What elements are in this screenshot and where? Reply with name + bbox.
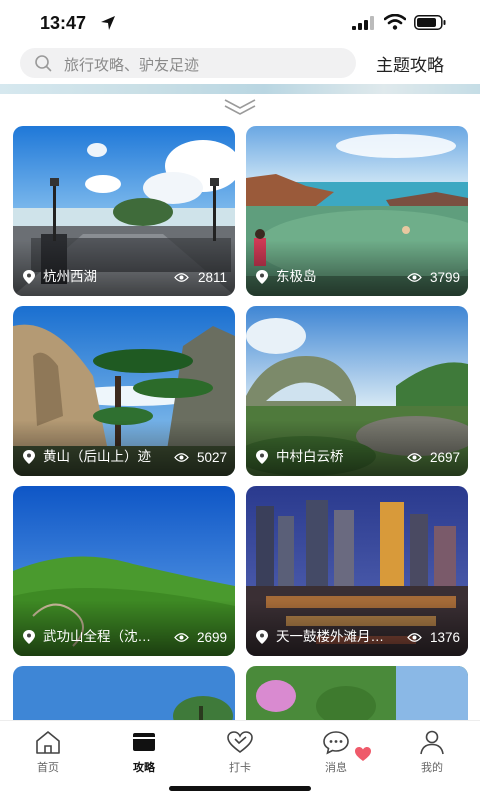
guide-card[interactable]: 东极岛 3799 <box>246 126 468 296</box>
location-arrow-icon <box>101 16 115 30</box>
card-title: 杭州西湖 <box>43 269 97 284</box>
tab-label: 我的 <box>421 762 443 774</box>
tab-profile[interactable]: 我的 <box>392 729 472 779</box>
search-header: 旅行攻略、驴友足迹 主题攻略 <box>0 46 480 84</box>
location-pin-icon <box>256 450 268 464</box>
collapse-handle[interactable] <box>0 94 480 122</box>
location-pin-icon <box>23 270 35 284</box>
eye-icon <box>407 453 422 462</box>
profile-icon <box>420 730 444 755</box>
card-view-count: 2697 <box>429 450 460 465</box>
guide-card[interactable]: 武功山全程（沈… 2699 <box>13 486 235 656</box>
search-input[interactable]: 旅行攻略、驴友足迹 <box>20 48 356 78</box>
eye-icon <box>174 633 189 642</box>
eye-icon <box>174 453 189 462</box>
location-pin-icon <box>23 630 35 644</box>
eye-icon <box>407 633 422 642</box>
tab-label: 打卡 <box>229 762 251 774</box>
card-title: 黄山（后山上）迹 <box>43 449 151 464</box>
guide-card[interactable]: 杭州西湖 2811 <box>13 126 235 296</box>
location-pin-icon <box>256 270 268 284</box>
sky-tree-photo <box>13 666 235 720</box>
tab-label: 攻略 <box>133 762 155 774</box>
card-view-count: 5027 <box>196 450 227 465</box>
tab-guides[interactable]: 攻略 <box>104 729 184 779</box>
search-placeholder: 旅行攻略、驴友足迹 <box>64 57 200 74</box>
wifi-icon <box>384 14 406 30</box>
card-view-count: 1376 <box>429 630 460 645</box>
card-title: 天一鼓楼外滩月… <box>276 629 384 644</box>
guide-card[interactable] <box>246 666 468 720</box>
status-bar: 13:47 <box>0 0 480 46</box>
battery-icon <box>414 15 446 30</box>
card-title: 中村白云桥 <box>276 449 344 464</box>
location-pin-icon <box>256 630 268 644</box>
guide-card[interactable] <box>13 666 235 720</box>
guide-card[interactable]: 中村白云桥 2697 <box>246 306 468 476</box>
card-title: 武功山全程（沈… <box>43 629 151 644</box>
flower-mountain-photo <box>246 666 468 720</box>
theme-guides-link[interactable]: 主题攻略 <box>376 51 444 76</box>
double-chevron-down-icon <box>224 99 256 115</box>
message-icon <box>323 731 349 755</box>
tab-label: 首页 <box>37 762 59 774</box>
cellular-signal-icon <box>352 16 374 30</box>
eye-icon <box>174 273 189 282</box>
home-indicator <box>169 786 311 791</box>
map-preview[interactable] <box>0 84 480 94</box>
guide-grid: 杭州西湖 2811 东极岛 3799 黄山（后山上）迹 5027 中村白云桥 2… <box>0 126 480 720</box>
tab-checkin[interactable]: 打卡 <box>200 729 280 779</box>
card-view-count: 3799 <box>429 270 460 285</box>
guide-icon <box>133 733 155 751</box>
checkin-heart-icon <box>227 731 253 754</box>
search-icon <box>35 55 52 72</box>
home-icon <box>36 731 60 754</box>
eye-icon <box>407 273 422 282</box>
guide-card[interactable]: 黄山（后山上）迹 5027 <box>13 306 235 476</box>
card-title: 东极岛 <box>276 269 317 284</box>
location-pin-icon <box>23 450 35 464</box>
card-view-count: 2811 <box>197 270 227 285</box>
card-view-count: 2699 <box>196 630 227 645</box>
tab-home[interactable]: 首页 <box>8 729 88 779</box>
floating-heart-icon[interactable] <box>354 746 372 762</box>
status-time: 13:47 <box>40 13 87 33</box>
guide-card[interactable]: 天一鼓楼外滩月… 1376 <box>246 486 468 656</box>
